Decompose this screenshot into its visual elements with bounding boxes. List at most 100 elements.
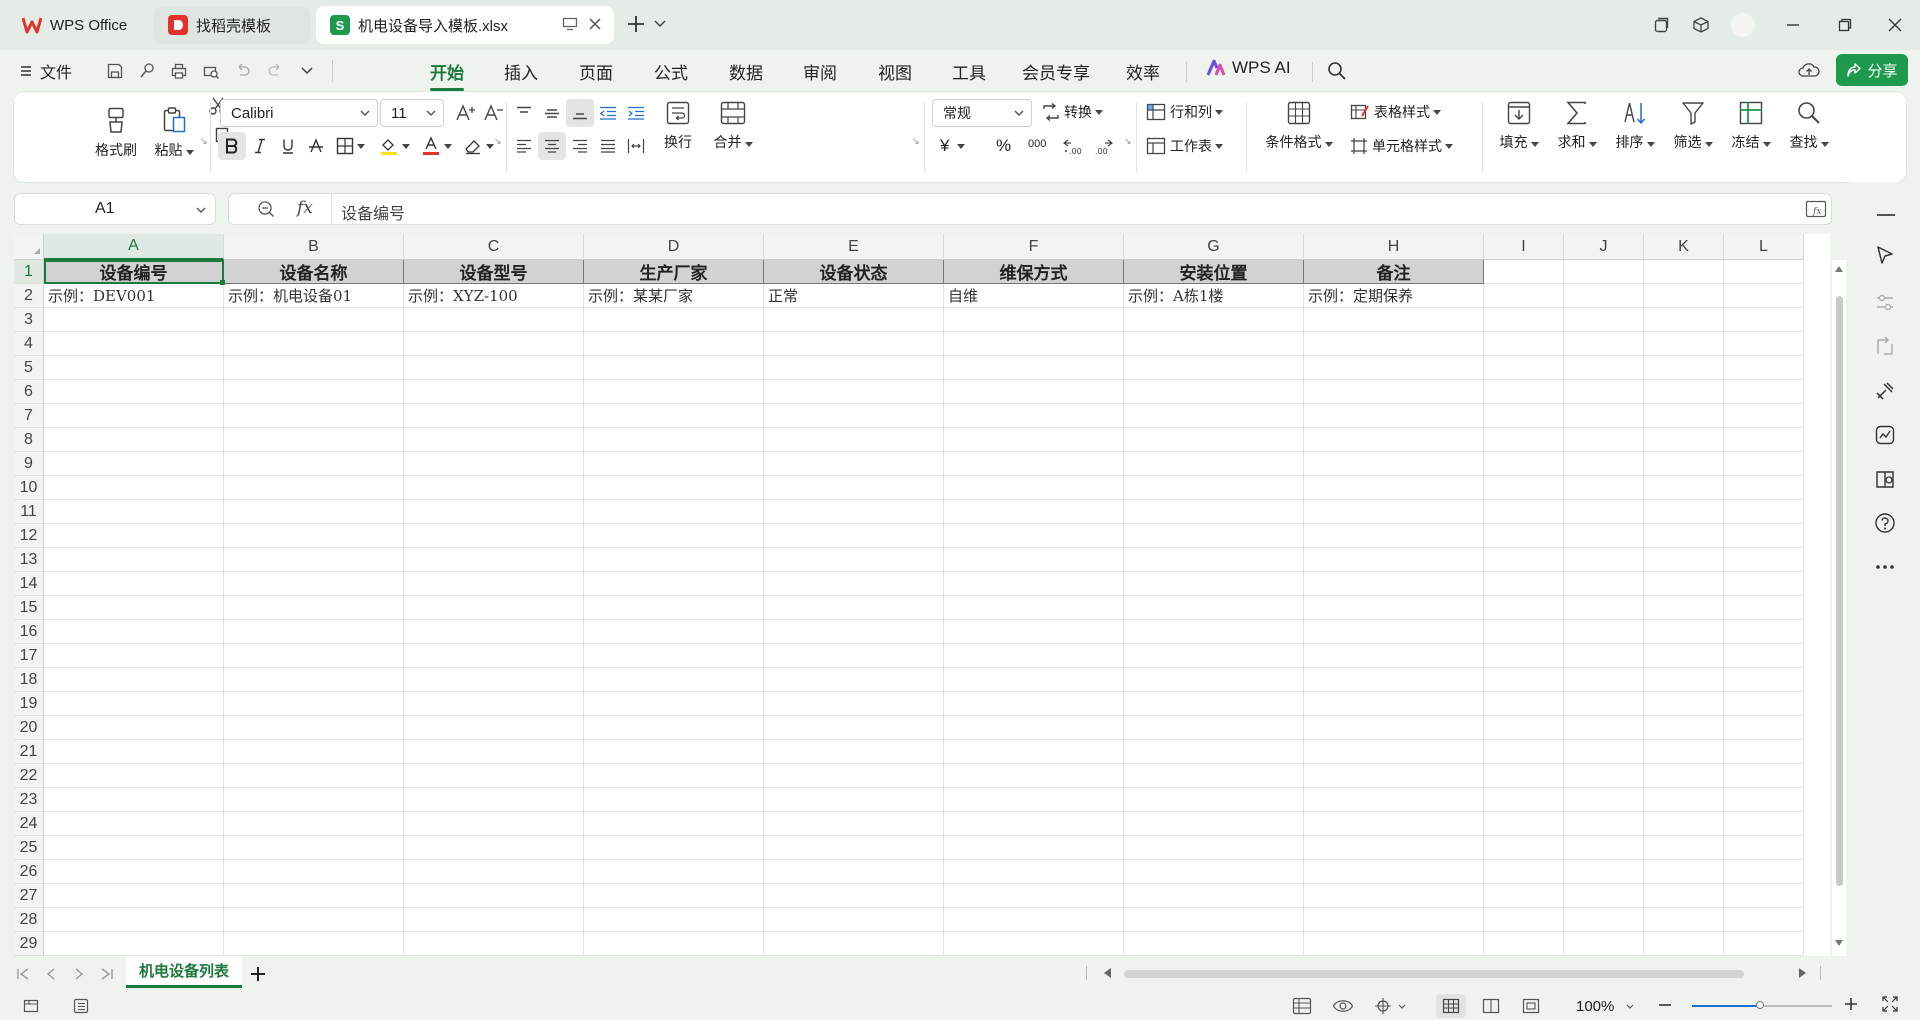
cell[interactable] (944, 524, 1124, 548)
cell[interactable] (584, 764, 764, 788)
row-header[interactable]: 28 (14, 908, 44, 932)
cell[interactable] (224, 836, 404, 860)
cell[interactable] (764, 524, 944, 548)
row-header[interactable]: 10 (14, 476, 44, 500)
cell[interactable] (1304, 572, 1484, 596)
cell[interactable] (584, 668, 764, 692)
sheet-tab-active[interactable]: 机电设备列表 (126, 956, 242, 988)
cell[interactable] (44, 380, 224, 404)
increase-indent-icon[interactable] (622, 99, 650, 127)
cell[interactable] (764, 596, 944, 620)
cell[interactable] (44, 884, 224, 908)
cell[interactable] (1124, 404, 1304, 428)
cell[interactable] (1644, 476, 1724, 500)
cell[interactable] (404, 548, 584, 572)
decrease-decimal-icon[interactable]: .00 (1090, 132, 1118, 160)
cell[interactable] (1724, 764, 1804, 788)
page-layout-icon[interactable] (1482, 997, 1500, 1015)
cell[interactable] (764, 500, 944, 524)
cell[interactable] (764, 404, 944, 428)
column-header[interactable]: C (404, 234, 584, 260)
cell[interactable] (1724, 260, 1804, 284)
cell[interactable] (404, 404, 584, 428)
cell[interactable] (764, 908, 944, 932)
cell[interactable] (1484, 812, 1564, 836)
next-sheet-icon[interactable] (72, 967, 86, 981)
cell[interactable] (1484, 356, 1564, 380)
cell[interactable] (404, 356, 584, 380)
help-icon[interactable] (1874, 512, 1896, 534)
cell[interactable] (1724, 452, 1804, 476)
header-cell[interactable]: 设备型号 (404, 260, 584, 284)
cell[interactable] (944, 932, 1124, 956)
cell[interactable] (1724, 380, 1804, 404)
cell[interactable] (1724, 356, 1804, 380)
cell[interactable] (584, 572, 764, 596)
row-header[interactable]: 25 (14, 836, 44, 860)
formula-bar[interactable]: fx 设备编号 fx (228, 193, 1832, 225)
cell[interactable] (1644, 836, 1724, 860)
cell[interactable] (944, 836, 1124, 860)
decrease-font-icon[interactable] (480, 99, 508, 127)
cell[interactable] (1724, 404, 1804, 428)
cube-icon[interactable] (1688, 12, 1714, 38)
row-header[interactable]: 1 (14, 260, 44, 284)
cell[interactable] (1724, 932, 1804, 956)
first-sheet-icon[interactable] (16, 967, 30, 981)
alignment-dialog-launcher[interactable]: ↘ (912, 136, 920, 147)
cell[interactable] (1124, 308, 1304, 332)
cell[interactable] (1484, 308, 1564, 332)
cell-style-button[interactable]: 单元格样式 (1350, 136, 1453, 156)
macro-record-icon[interactable] (22, 997, 40, 1015)
cell[interactable] (1564, 356, 1644, 380)
cell[interactable] (1724, 884, 1804, 908)
cell[interactable] (44, 764, 224, 788)
fill-handle[interactable] (220, 280, 225, 285)
worksheet-button[interactable]: 工作表 (1146, 136, 1223, 156)
cell[interactable] (764, 764, 944, 788)
cell[interactable] (1644, 884, 1724, 908)
cell[interactable] (1564, 836, 1644, 860)
cell[interactable] (944, 500, 1124, 524)
cell[interactable] (584, 788, 764, 812)
cell[interactable] (1644, 644, 1724, 668)
cell[interactable] (224, 572, 404, 596)
cell[interactable] (1644, 428, 1724, 452)
close-tab-icon[interactable] (588, 17, 602, 31)
paste-button[interactable]: 粘贴 (146, 106, 202, 160)
cell[interactable] (404, 332, 584, 356)
row-header[interactable]: 4 (14, 332, 44, 356)
cell[interactable] (764, 476, 944, 500)
cell[interactable] (584, 860, 764, 884)
cell[interactable] (1484, 380, 1564, 404)
row-header[interactable]: 5 (14, 356, 44, 380)
cell[interactable] (1724, 716, 1804, 740)
cell[interactable] (1484, 524, 1564, 548)
cell[interactable] (224, 644, 404, 668)
cell[interactable] (944, 548, 1124, 572)
cell[interactable] (1564, 428, 1644, 452)
customize-quick-access-icon[interactable] (296, 60, 318, 82)
cell[interactable] (44, 524, 224, 548)
cell[interactable] (404, 836, 584, 860)
column-header[interactable]: K (1644, 234, 1724, 260)
cell[interactable] (1484, 932, 1564, 956)
row-header[interactable]: 24 (14, 812, 44, 836)
bold-icon[interactable] (218, 132, 246, 160)
cell[interactable] (944, 884, 1124, 908)
cell[interactable] (1124, 452, 1304, 476)
cell[interactable] (1564, 452, 1644, 476)
cell[interactable] (1304, 644, 1484, 668)
last-sheet-icon[interactable] (100, 967, 114, 981)
cell[interactable] (764, 884, 944, 908)
cell[interactable] (1724, 788, 1804, 812)
sort-button[interactable]: 排序 (1610, 100, 1660, 152)
cell[interactable] (944, 716, 1124, 740)
cell[interactable] (584, 476, 764, 500)
cell[interactable] (404, 812, 584, 836)
transform-icon[interactable] (1874, 336, 1896, 358)
cell[interactable] (404, 932, 584, 956)
cell[interactable] (1304, 812, 1484, 836)
tab-formulas[interactable]: 公式 (654, 59, 688, 84)
cell[interactable] (1724, 740, 1804, 764)
